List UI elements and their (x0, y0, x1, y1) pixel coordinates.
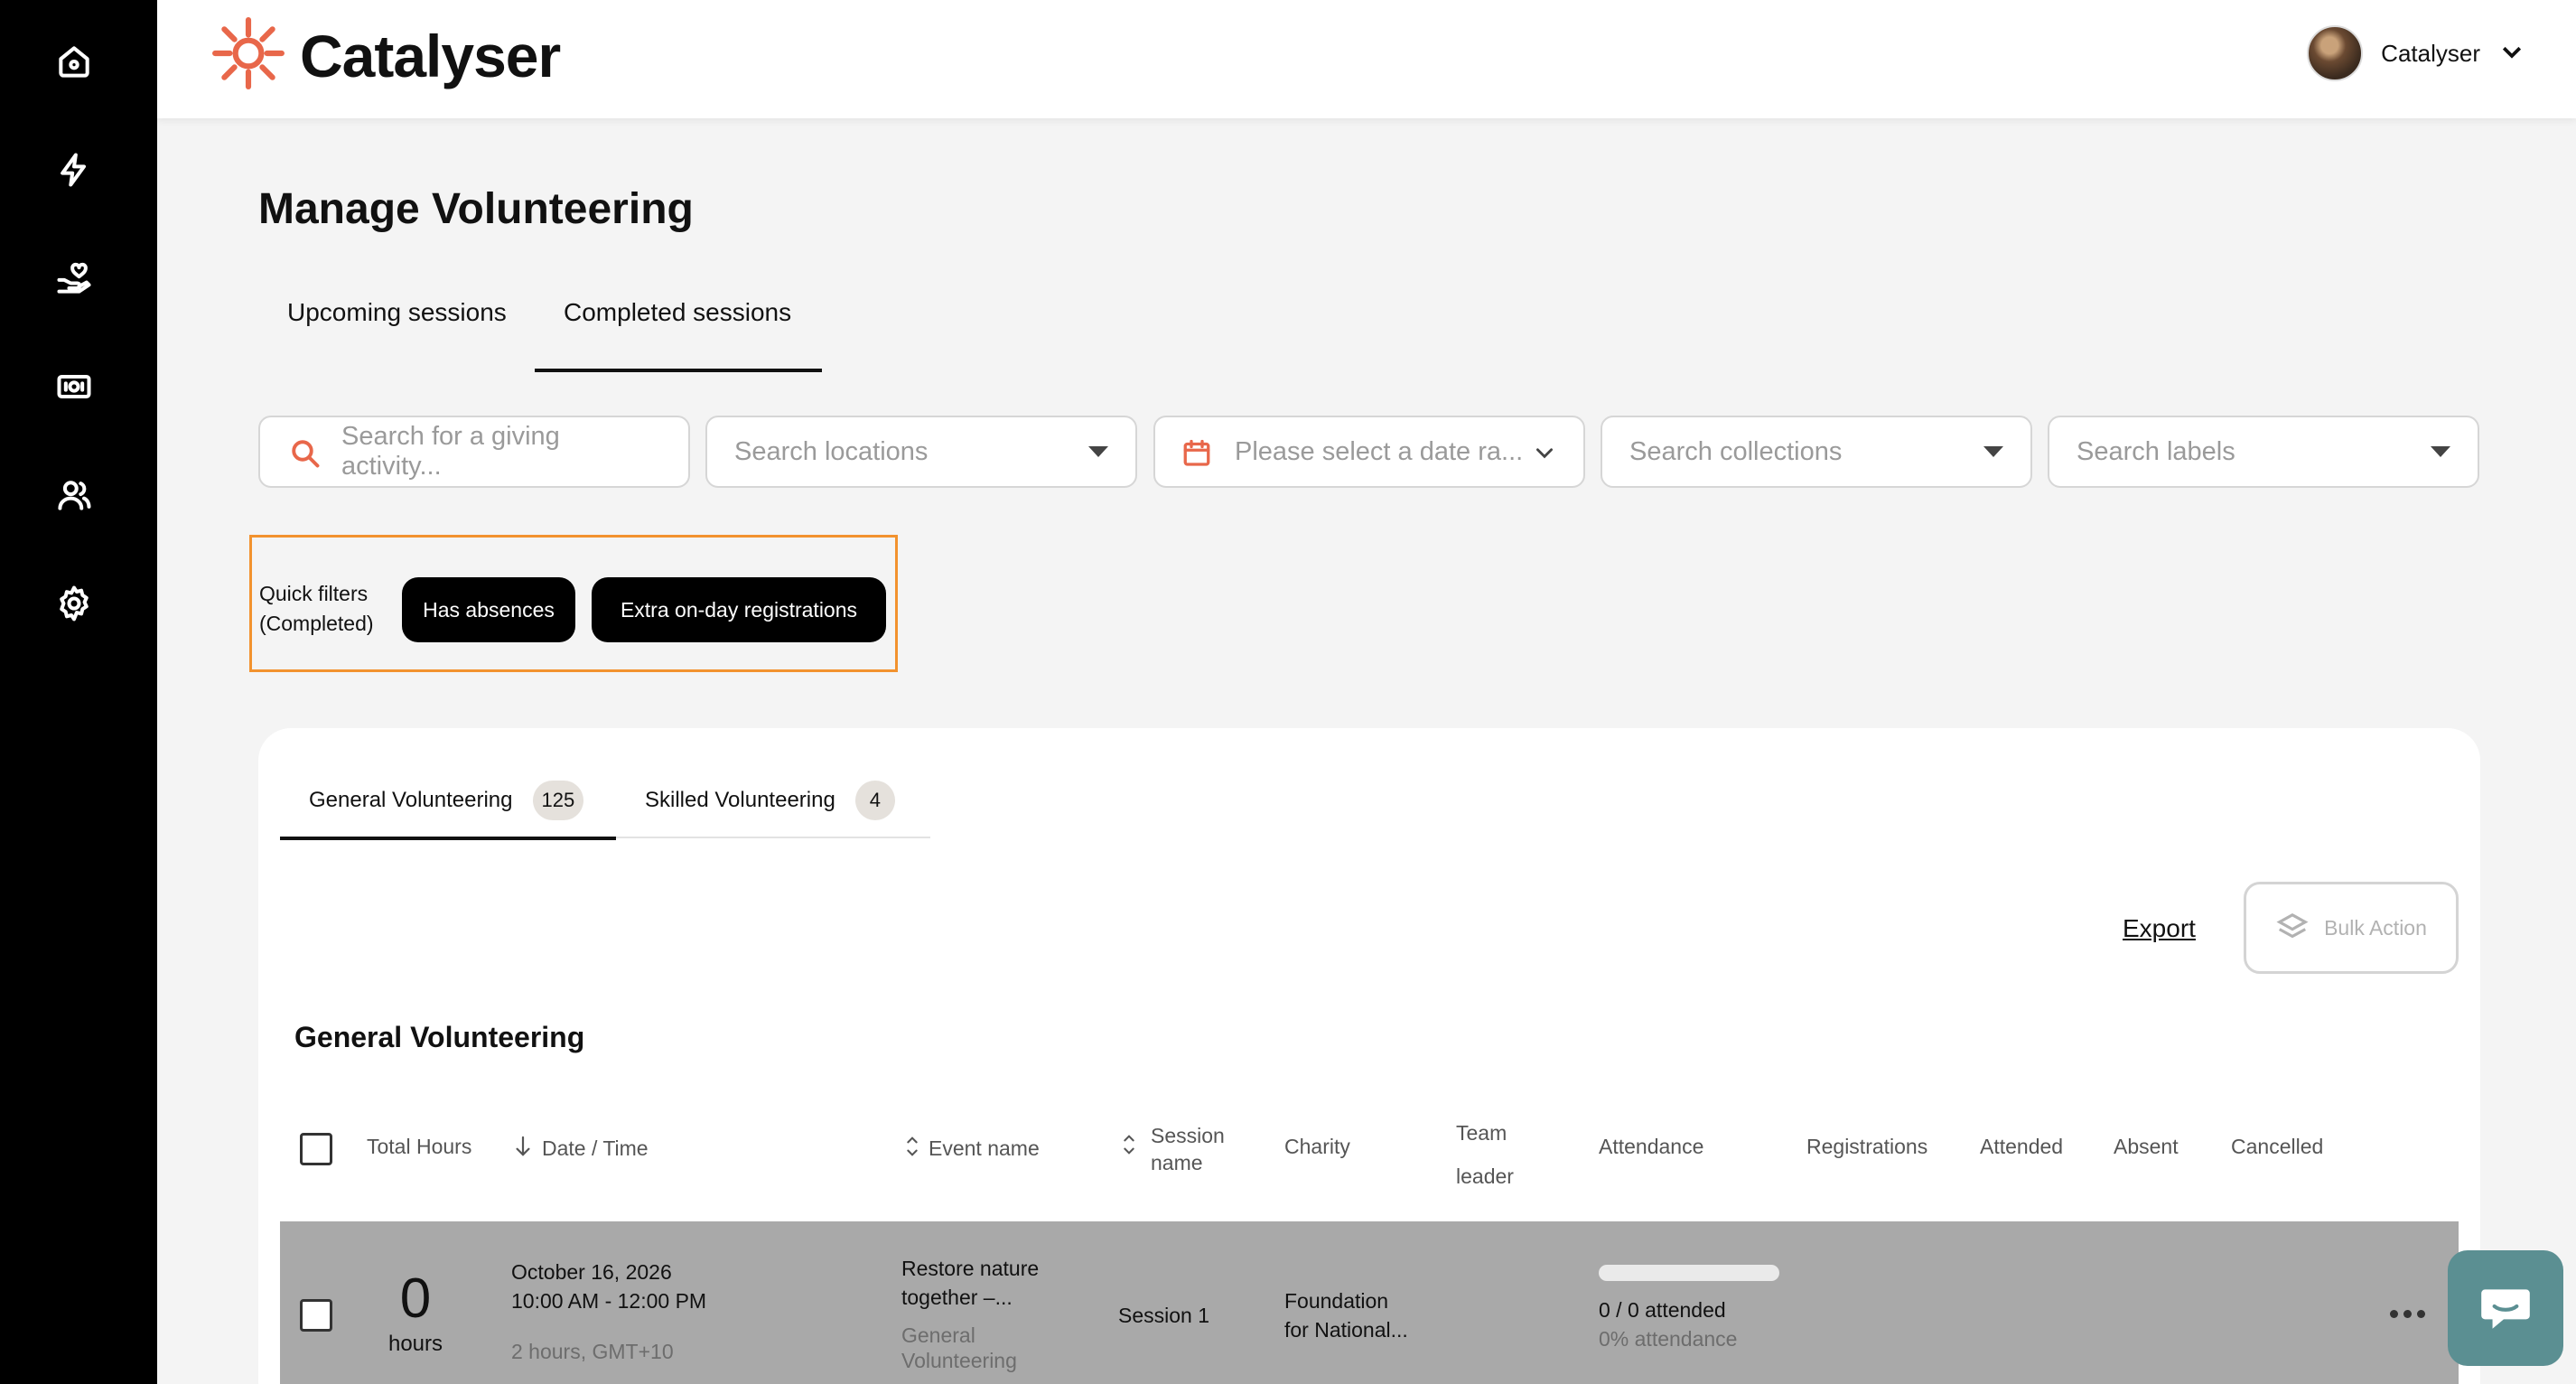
calendar-icon (1181, 437, 1213, 477)
active-card-tab-indicator (280, 837, 616, 840)
locations-select[interactable]: Search locations (705, 416, 1137, 488)
tab-skilled-volunteering[interactable]: Skilled Volunteering 4 (645, 781, 895, 820)
total-hours-unit: hours (387, 1332, 443, 1356)
settings-gear-icon[interactable] (45, 575, 103, 632)
col-attended: Attended (1980, 1135, 2064, 1158)
event-category-line2: Volunteering (901, 1349, 1017, 1372)
has-absences-chip[interactable]: Has absences (402, 577, 575, 642)
event-category-line1: General (901, 1323, 975, 1347)
col-event-name[interactable]: Event name (905, 1135, 1040, 1164)
sort-icon (905, 1135, 919, 1164)
session-date: October 16, 2026 (511, 1260, 672, 1284)
quick-filters-label-line2: (Completed) (259, 612, 374, 635)
sort-icon (1122, 1133, 1136, 1163)
bulk-action-label: Bulk Action (2324, 915, 2427, 940)
count-badge: 4 (854, 781, 895, 820)
search-placeholder: Search for a giving activity... (341, 422, 560, 481)
user-name: Catalyser (2381, 39, 2480, 67)
col-team-leader: Team leader (1456, 1111, 1514, 1198)
event-category: General Volunteering (901, 1323, 1017, 1373)
charity-line2: for National... (1284, 1318, 1408, 1342)
col-registrations: Registrations (1806, 1135, 1928, 1158)
row-checkbox[interactable] (300, 1299, 332, 1332)
collections-placeholder: Search collections (1629, 436, 1843, 466)
attendance-percent: 0% attendance (1599, 1327, 1738, 1351)
chevron-down-icon (1533, 441, 1556, 472)
attendance-progress-bar (1599, 1265, 1779, 1281)
tab-skilled-label: Skilled Volunteering (645, 788, 835, 812)
people-icon[interactable] (45, 466, 103, 524)
giving-hand-icon[interactable] (45, 249, 103, 307)
collections-select[interactable]: Search collections (1601, 416, 2032, 488)
section-title: General Volunteering (294, 1021, 585, 1053)
session-duration: 2 hours, GMT+10 (511, 1340, 674, 1363)
sun-logo-icon (211, 16, 285, 95)
col-team-label-2: leader (1456, 1164, 1514, 1188)
quick-filters-label: Quick filters (Completed) (259, 579, 374, 639)
tab-upcoming-sessions[interactable]: Upcoming sessions (287, 298, 507, 327)
labels-select[interactable]: Search labels (2048, 416, 2479, 488)
brand-name: Catalyser (300, 22, 561, 89)
extra-registrations-chip[interactable]: Extra on-day registrations (592, 577, 886, 642)
row-more-options-icon[interactable] (2390, 1310, 2425, 1318)
dropdown-caret-icon (2431, 446, 2450, 457)
total-hours-value: 0 (399, 1267, 432, 1330)
event-name[interactable]: Restore nature together –... (901, 1254, 1039, 1312)
activity-search-input[interactable]: Search for a giving activity... (258, 416, 690, 488)
active-tab-indicator (535, 369, 822, 372)
lightning-icon[interactable] (45, 141, 103, 199)
select-all-checkbox[interactable] (300, 1133, 332, 1165)
col-date-time[interactable]: Date / Time (513, 1135, 649, 1164)
sidebar (0, 0, 157, 1384)
search-icon (289, 437, 322, 477)
date-range-picker[interactable]: Please select a date ra... (1153, 416, 1585, 488)
table-row[interactable]: 0 hours October 16, 2026 10:00 AM - 12:0… (280, 1221, 2459, 1384)
dropdown-caret-icon (1088, 446, 1108, 457)
col-charity: Charity (1284, 1135, 1350, 1158)
brand-logo[interactable]: Catalyser (211, 16, 561, 95)
dropdown-caret-icon (1983, 446, 2003, 457)
date-placeholder: Please select a date ra... (1235, 436, 1524, 466)
col-total-hours[interactable]: Total Hours (367, 1133, 471, 1160)
attended-count: 0 / 0 attended (1599, 1298, 1726, 1322)
tab-general-label: General Volunteering (309, 788, 513, 812)
quick-filters-label-line1: Quick filters (259, 582, 369, 605)
tab-general-volunteering[interactable]: General Volunteering 125 (309, 781, 584, 820)
tab-completed-sessions[interactable]: Completed sessions (564, 298, 791, 327)
col-session-label-2: name (1151, 1151, 1203, 1174)
col-absent: Absent (2114, 1135, 2179, 1158)
count-badge: 125 (532, 781, 584, 820)
labels-placeholder: Search labels (2077, 436, 2235, 466)
user-menu[interactable]: Catalyser (2307, 25, 2525, 81)
chat-bubble-icon (2481, 1289, 2530, 1329)
col-session-name[interactable]: Session name (1122, 1122, 1225, 1176)
sessions-card: General Volunteering 125 Skilled Volunte… (258, 728, 2480, 1384)
layers-icon (2276, 912, 2309, 939)
home-icon[interactable] (45, 33, 103, 90)
event-name-line1: Restore nature (901, 1257, 1040, 1280)
payments-icon[interactable] (45, 358, 103, 416)
col-attendance: Attendance (1599, 1135, 1704, 1158)
session-name: Session 1 (1118, 1304, 1210, 1327)
avatar (2307, 25, 2364, 81)
chevron-down-icon (2498, 38, 2525, 70)
col-date-time-label: Date / Time (542, 1136, 649, 1160)
bulk-action-button[interactable]: Bulk Action (2244, 882, 2459, 974)
page-title: Manage Volunteering (258, 185, 694, 233)
charity-line1: Foundation (1284, 1289, 1389, 1313)
charity-name: Foundation for National... (1284, 1286, 1408, 1344)
locations-placeholder: Search locations (734, 436, 929, 466)
chat-support-button[interactable] (2448, 1250, 2563, 1366)
col-event-name-label: Event name (929, 1136, 1040, 1160)
event-name-line2: together –... (901, 1286, 1013, 1309)
top-header: Catalyser Catalyser (157, 0, 2576, 118)
export-link[interactable]: Export (2123, 914, 2196, 943)
col-session-label-1: Session (1151, 1124, 1225, 1147)
sort-desc-icon (513, 1135, 533, 1164)
col-team-label-1: Team (1456, 1121, 1507, 1145)
session-time: 10:00 AM - 12:00 PM (511, 1289, 707, 1313)
col-cancelled: Cancelled (2231, 1135, 2324, 1158)
quick-filters-highlight: Quick filters (Completed) Has absences E… (249, 535, 898, 672)
